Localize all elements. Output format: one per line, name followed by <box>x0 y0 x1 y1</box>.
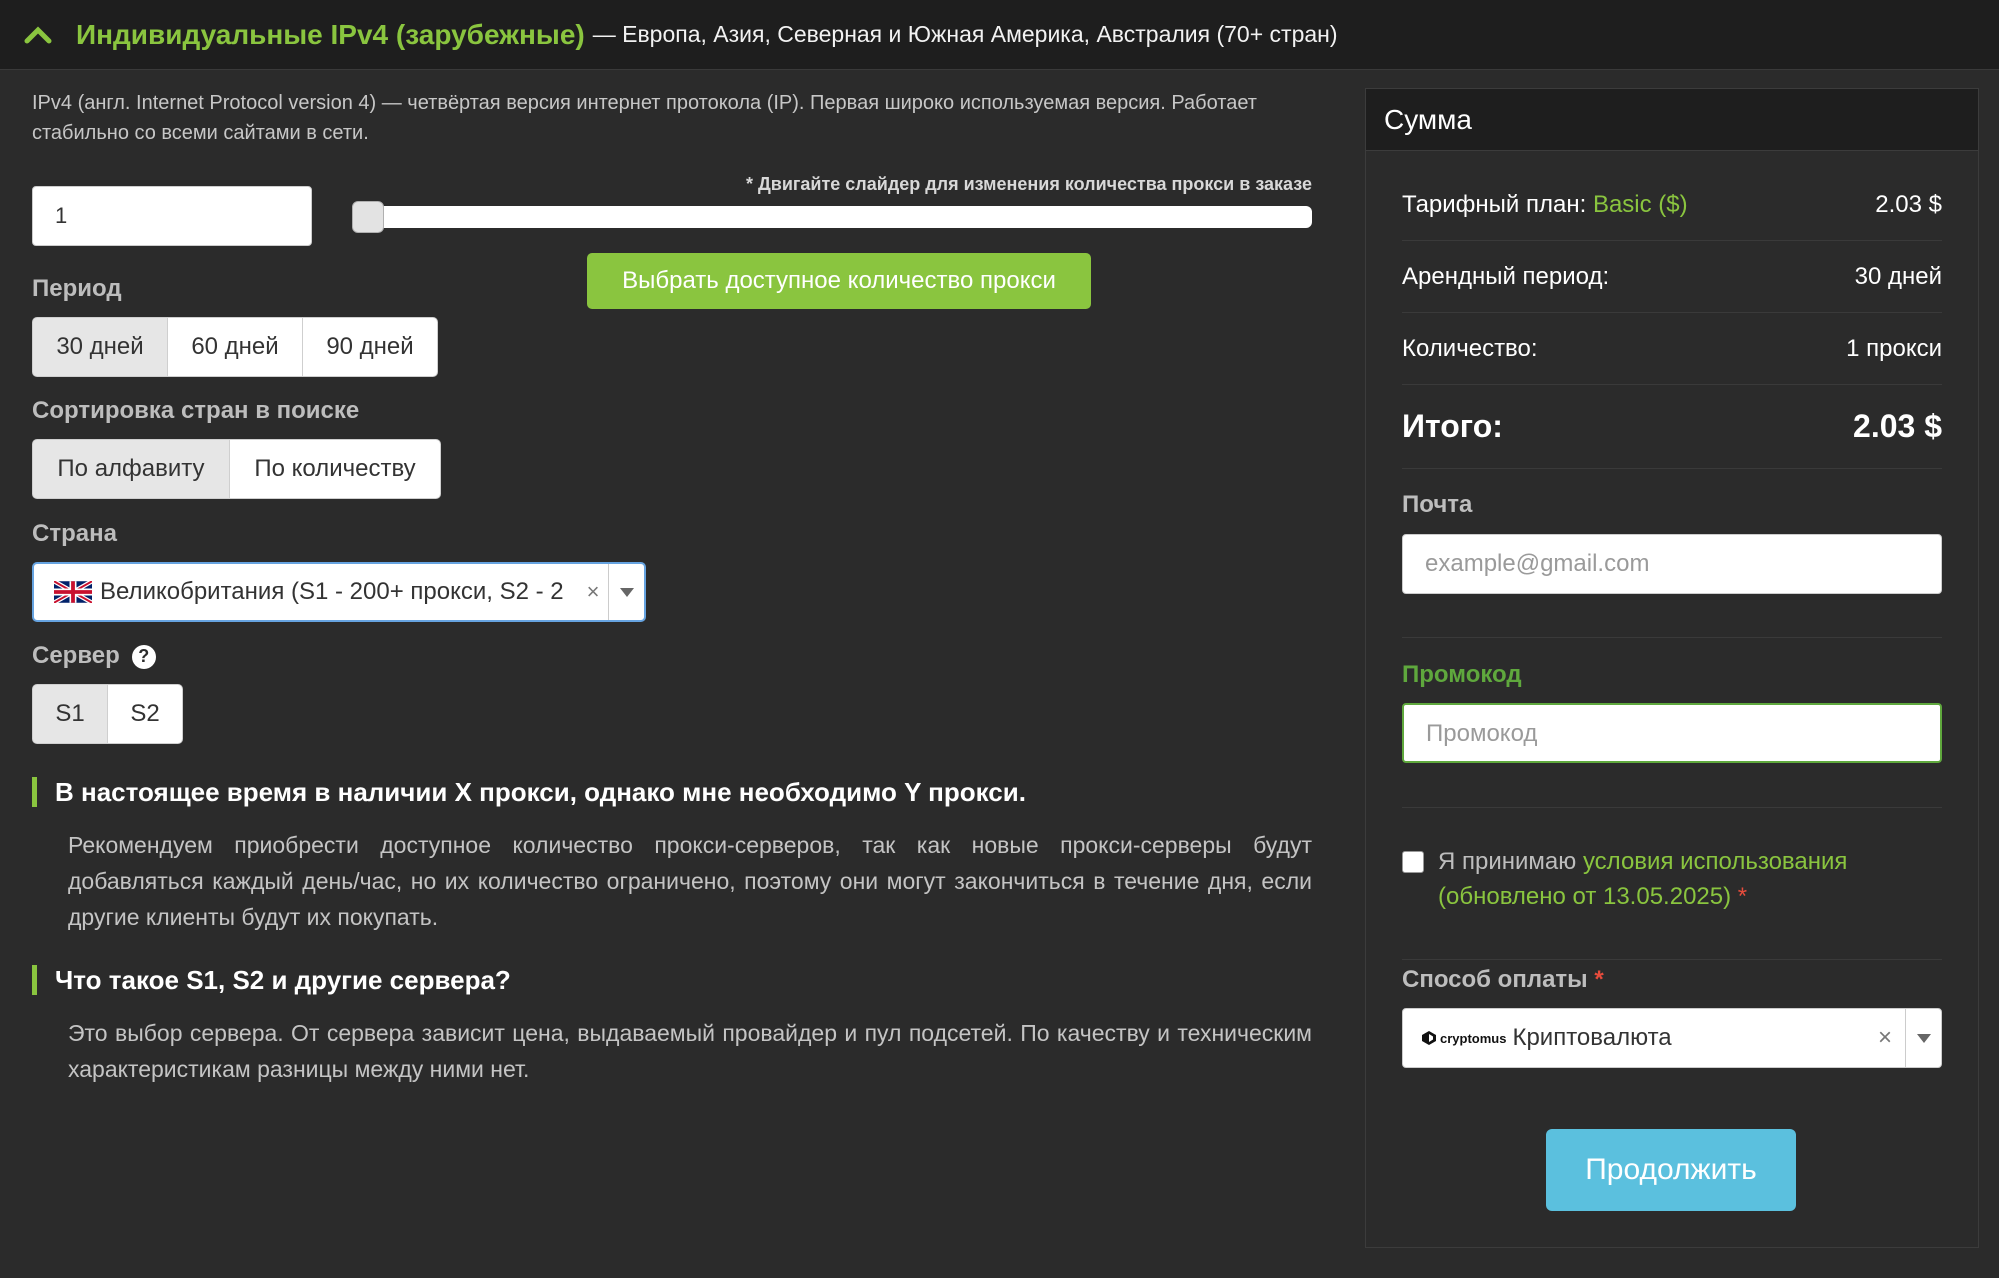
summary-title: Сумма <box>1366 89 1978 151</box>
sort-group: По алфавиту По количеству <box>32 439 441 499</box>
country-select[interactable]: Великобритания (S1 - 200+ прокси, S2 - 2… <box>32 562 646 622</box>
period-row: Арендный период: 30 дней <box>1402 241 1942 313</box>
quantity-input[interactable]: 1 <box>32 186 312 246</box>
quantity-row: Количество: 1 прокси <box>1402 313 1942 385</box>
server-label: Сервер? <box>32 642 156 670</box>
chevron-up-icon[interactable] <box>20 17 56 53</box>
help-icon[interactable]: ? <box>131 644 156 669</box>
period-30-button[interactable]: 30 дней <box>32 317 168 377</box>
total-label: Итого: <box>1402 408 1503 444</box>
order-form: IPv4 (англ. Internet Protocol version 4)… <box>32 70 1322 1270</box>
plan-label-wrap: Тарифный план: Basic ($) <box>1402 191 1688 219</box>
promo-field[interactable]: Промокод <box>1402 703 1942 763</box>
summary-panel: Сумма Тарифный план: Basic ($) 2.03 $ Ар… <box>1365 88 1979 1248</box>
sort-alpha-button[interactable]: По алфавиту <box>32 439 230 499</box>
total-value: 2.03 $ <box>1853 408 1942 444</box>
plan-row: Тарифный план: Basic ($) 2.03 $ <box>1402 169 1942 241</box>
select-available-button[interactable]: Выбрать доступное количество прокси <box>587 253 1091 309</box>
terms-text: Я принимаю условия использования (обновл… <box>1438 844 1942 914</box>
terms-prefix: Я принимаю <box>1438 848 1577 875</box>
email-field[interactable]: example@gmail.com <box>1402 534 1942 594</box>
country-value: Великобритания (S1 - 200+ прокси, S2 - 2 <box>100 578 564 605</box>
clear-icon[interactable]: × <box>578 579 608 605</box>
terms-row: Я принимаю условия использования (обновл… <box>1402 844 1942 914</box>
payment-value: Криптовалюта <box>1512 1024 1672 1051</box>
quantity-row-value: 1 прокси <box>1846 334 1942 362</box>
faq-question: В настоящее время в наличии X прокси, од… <box>32 777 1026 807</box>
terms-checkbox[interactable] <box>1402 851 1424 873</box>
chevron-down-icon[interactable] <box>608 564 644 620</box>
uk-flag-icon <box>54 581 92 603</box>
section-subtitle: — Европа, Азия, Северная и Южная Америка… <box>592 21 1338 47</box>
chevron-down-icon[interactable] <box>1905 1009 1941 1067</box>
plan-name: Basic ($) <box>1592 190 1688 218</box>
total-row: Итого: 2.03 $ <box>1402 385 1942 469</box>
slider-handle[interactable] <box>352 201 384 233</box>
promo-label: Промокод <box>1402 661 1522 688</box>
divider <box>1402 637 1942 638</box>
period-row-value: 30 дней <box>1854 262 1942 290</box>
country-label: Страна <box>32 520 117 547</box>
period-row-label: Арендный период: <box>1402 262 1610 290</box>
payment-select[interactable]: cryptomus Криптовалюта × <box>1402 1008 1942 1068</box>
slider-hint: * Двигайте слайдер для изменения количес… <box>745 174 1312 194</box>
period-group: 30 дней 60 дней 90 дней <box>32 317 438 377</box>
section-title: Индивидуальные IPv4 (зарубежные) <box>76 18 585 50</box>
email-label: Почта <box>1402 491 1473 518</box>
faq-question: Что такое S1, S2 и другие сервера? <box>32 965 511 995</box>
server-s2-button[interactable]: S2 <box>107 684 183 744</box>
quantity-slider[interactable] <box>352 201 1312 233</box>
payment-logo-text: cryptomus <box>1440 1030 1507 1046</box>
required-mark: * <box>1594 966 1604 993</box>
cryptomus-logo: cryptomus <box>1421 1030 1506 1046</box>
period-label: Период <box>32 275 122 302</box>
server-group: S1 S2 <box>32 684 183 744</box>
section-header[interactable]: Индивидуальные IPv4 (зарубежные) — Европ… <box>0 0 1999 70</box>
plan-label: Тарифный план: <box>1402 190 1587 218</box>
plan-price: 2.03 $ <box>1875 190 1942 218</box>
sort-count-button[interactable]: По количеству <box>229 439 441 499</box>
period-60-button[interactable]: 60 дней <box>167 317 303 377</box>
payment-label-text: Способ оплаты <box>1402 966 1588 993</box>
divider <box>1402 807 1942 808</box>
period-90-button[interactable]: 90 дней <box>302 317 438 377</box>
divider <box>1402 959 1942 960</box>
faq-answer: Рекомендуем приобрести доступное количес… <box>68 832 1312 930</box>
product-description: IPv4 (англ. Internet Protocol version 4)… <box>32 92 1257 144</box>
required-mark: * <box>1737 883 1748 910</box>
clear-icon[interactable]: × <box>1865 1024 1905 1052</box>
server-label-text: Сервер <box>32 642 120 669</box>
quantity-row-label: Количество: <box>1402 334 1538 362</box>
payment-label: Способ оплаты * <box>1402 966 1604 994</box>
continue-button[interactable]: Продолжить <box>1546 1129 1796 1211</box>
faq-answer: Это выбор сервера. От сервера зависит це… <box>68 1020 1312 1082</box>
sort-label: Сортировка стран в поиске <box>32 397 360 424</box>
server-s1-button[interactable]: S1 <box>32 684 108 744</box>
